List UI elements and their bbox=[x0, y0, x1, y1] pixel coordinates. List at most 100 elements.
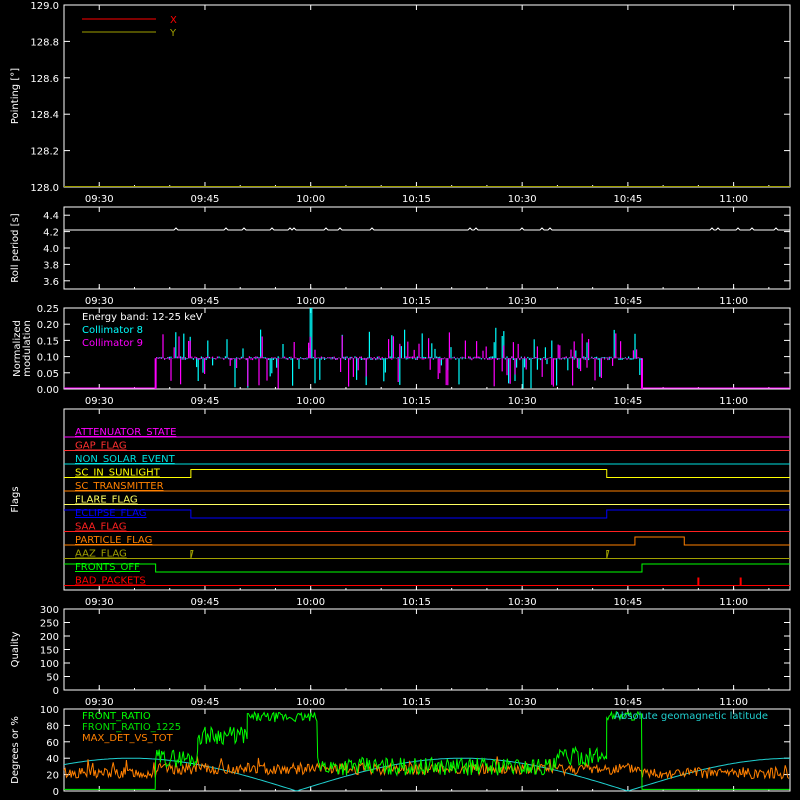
flag-label-non-solar-event: NON_SOLAR_EVENT bbox=[75, 454, 176, 465]
panel-frame-roll-period bbox=[63, 206, 791, 290]
ytick-ratios-1: 20 bbox=[46, 771, 59, 782]
ytick-quality-3: 150 bbox=[40, 646, 59, 657]
time-tick-label-0: 09:30 bbox=[85, 296, 114, 307]
ytick-ratios-2: 40 bbox=[46, 754, 59, 765]
legend-collimator-9: Collimator 9 bbox=[82, 338, 143, 349]
ytick-quality-6: 300 bbox=[40, 605, 59, 616]
time-tick-label-1: 09:45 bbox=[191, 597, 220, 608]
geomagnetic-latitude-line bbox=[63, 757, 790, 792]
flag-trace-particle-flag bbox=[64, 536, 790, 546]
ytick-pointing-1: 128.2 bbox=[30, 147, 59, 158]
ylabel-flags: Flags bbox=[10, 486, 21, 512]
ytick-pointing-3: 128.6 bbox=[30, 74, 59, 85]
time-tick-label-2: 10:00 bbox=[296, 697, 325, 708]
legend-geomagnetic-latitude: Absolute geomagnetic latitude bbox=[614, 711, 768, 722]
ytick-quality-5: 250 bbox=[40, 619, 59, 630]
time-tick-label-5: 10:45 bbox=[613, 194, 642, 205]
flag-label-sc-in-sunlight: SC_IN_SUNLIGHT bbox=[75, 468, 161, 479]
ytick-modulation-4: 0.20 bbox=[37, 320, 59, 331]
time-tick-label-4: 10:30 bbox=[508, 396, 537, 407]
time-tick-label-5: 10:45 bbox=[613, 597, 642, 608]
ytick-quality-1: 50 bbox=[46, 673, 59, 684]
ytick-roll-period-2: 4.0 bbox=[43, 244, 59, 255]
time-tick-label-3: 10:15 bbox=[402, 697, 431, 708]
time-tick-label-2: 10:00 bbox=[296, 296, 325, 307]
time-tick-label-4: 10:30 bbox=[508, 697, 537, 708]
ytick-quality-0: 0 bbox=[53, 686, 59, 697]
flag-trace-eclipse-flag bbox=[64, 509, 790, 519]
ytick-modulation-0: 0.00 bbox=[37, 385, 59, 396]
goes-rhessi-summary-chart: 128.0 128.2 128.4 128.6 128.8 129.0 09:30 09:45… bbox=[10, 1, 791, 798]
flag-label-particle-flag: PARTICLE_FLAG bbox=[75, 535, 152, 546]
time-tick-label-5: 10:45 bbox=[613, 396, 642, 407]
ytick-roll-period-3: 4.2 bbox=[43, 228, 59, 239]
ytick-modulation-5: 0.25 bbox=[37, 304, 59, 315]
ytick-roll-period-0: 3.6 bbox=[43, 277, 59, 288]
time-tick-label-6: 11:00 bbox=[719, 194, 748, 205]
time-tick-label-1: 09:45 bbox=[191, 697, 220, 708]
panel-frame-quality bbox=[63, 608, 791, 691]
time-tick-label-2: 10:00 bbox=[296, 396, 325, 407]
time-tick-label-0: 09:30 bbox=[85, 396, 114, 407]
time-tick-label-5: 10:45 bbox=[613, 697, 642, 708]
ytick-ratios-3: 60 bbox=[46, 738, 59, 749]
time-tick-label-1: 09:45 bbox=[191, 194, 220, 205]
time-tick-label-0: 09:30 bbox=[85, 597, 114, 608]
ytick-modulation-2: 0.10 bbox=[37, 353, 59, 364]
ylabel-ratios: Degrees or % bbox=[10, 716, 21, 784]
legend-y: Y bbox=[169, 28, 177, 39]
ytick-roll-period-4: 4.4 bbox=[43, 211, 59, 222]
time-tick-label-5: 10:45 bbox=[613, 296, 642, 307]
flag-label-saa-flag: SAA_FLAG bbox=[75, 522, 126, 533]
time-tick-label-4: 10:30 bbox=[508, 194, 537, 205]
time-tick-label-0: 09:30 bbox=[85, 194, 114, 205]
time-tick-label-3: 10:15 bbox=[402, 396, 431, 407]
time-tick-label-6: 11:00 bbox=[719, 697, 748, 708]
ylabel-modulation: Normalizedmodulation bbox=[12, 320, 33, 377]
time-tick-label-1: 09:45 bbox=[191, 396, 220, 407]
flag-label-flare-flag: FLARE_FLAG bbox=[75, 495, 138, 506]
flag-trace-aaz-flag bbox=[64, 550, 790, 559]
ytick-modulation-3: 0.15 bbox=[37, 336, 59, 347]
modulation-bars bbox=[156, 308, 643, 389]
time-tick-label-6: 11:00 bbox=[719, 597, 748, 608]
roll-period-line bbox=[64, 227, 790, 231]
ylabel-quality: Quality bbox=[10, 632, 21, 668]
time-tick-label-2: 10:00 bbox=[296, 597, 325, 608]
ylabel-roll-period: Roll period [s] bbox=[10, 213, 21, 282]
time-tick-label-1: 09:45 bbox=[191, 296, 220, 307]
ytick-modulation-1: 0.05 bbox=[37, 369, 59, 380]
time-tick-label-6: 11:00 bbox=[719, 296, 748, 307]
flag-label-bad-packets: BAD_PACKETS bbox=[75, 576, 146, 587]
ytick-ratios-0: 0 bbox=[53, 787, 59, 798]
flag-label-attenuator-state: ATTENUATOR_STATE bbox=[75, 427, 176, 438]
flag-label-sc-transmitter: SC_TRANSMITTER bbox=[75, 481, 164, 492]
legend-collimator-8: Collimator 8 bbox=[82, 325, 143, 336]
legend-x: X bbox=[170, 15, 177, 26]
ylabel-pointing: Pointing [°] bbox=[10, 68, 21, 124]
time-tick-label-0: 09:30 bbox=[85, 697, 114, 708]
legend-front-ratio: FRONT_RATIO bbox=[82, 711, 151, 722]
ytick-roll-period-1: 3.8 bbox=[43, 260, 59, 271]
flag-trace-sc-in-sunlight bbox=[64, 469, 790, 478]
time-tick-label-2: 10:00 bbox=[296, 194, 325, 205]
time-tick-label-4: 10:30 bbox=[508, 296, 537, 307]
ytick-pointing-4: 128.8 bbox=[30, 37, 59, 48]
ytick-quality-4: 200 bbox=[40, 632, 59, 643]
flag-trace-fronts-off bbox=[64, 563, 790, 573]
energy-band-annotation: Energy band: 12-25 keV bbox=[82, 312, 203, 323]
flag-label-gap-flag: GAP_FLAG bbox=[75, 441, 127, 452]
flag-label-aaz-flag: AAZ_FLAG bbox=[75, 549, 127, 560]
legend-front-ratio-1225: FRONT_RATIO_1225 bbox=[82, 722, 181, 733]
ytick-ratios-4: 80 bbox=[46, 721, 59, 732]
time-tick-label-6: 11:00 bbox=[719, 396, 748, 407]
ytick-pointing-2: 128.4 bbox=[30, 110, 59, 121]
ytick-quality-2: 100 bbox=[40, 659, 59, 670]
time-tick-label-3: 10:15 bbox=[402, 194, 431, 205]
ytick-pointing-5: 129.0 bbox=[30, 1, 59, 12]
legend-max-det-vs-tot: MAX_DET_VS_TOT bbox=[82, 733, 174, 744]
ytick-ratios-5: 100 bbox=[40, 705, 59, 716]
ytick-pointing-0: 128.0 bbox=[30, 183, 59, 194]
time-tick-label-4: 10:30 bbox=[508, 597, 537, 608]
time-tick-label-3: 10:15 bbox=[402, 597, 431, 608]
